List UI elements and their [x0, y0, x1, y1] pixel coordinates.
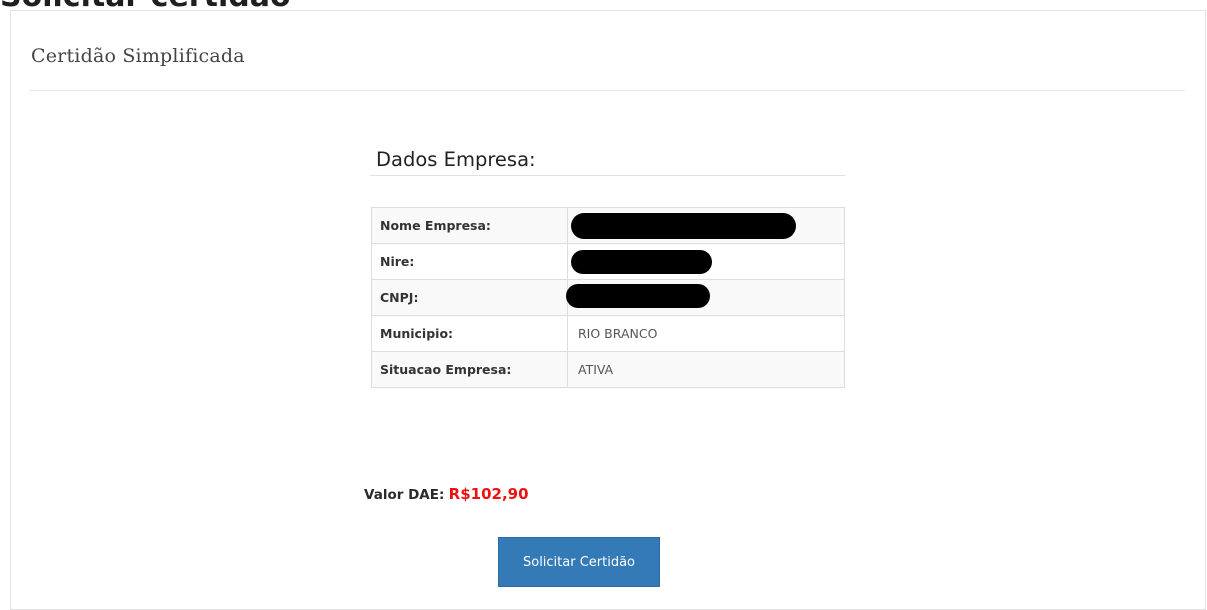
nire-value [567, 243, 845, 280]
dae-value-line: Valor DAE: R$102,90 [364, 485, 529, 503]
redaction-mark [571, 250, 712, 274]
table-row: CNPJ: [371, 279, 845, 316]
section-divider [370, 175, 845, 176]
panel-title: Certidão Simplificada [31, 45, 245, 67]
company-name-value [567, 207, 845, 244]
municipio-value: RIO BRANCO [567, 315, 845, 352]
dae-value-label: Valor DAE: [364, 487, 445, 503]
dae-value-amount: R$102,90 [448, 485, 529, 503]
certificate-panel: Certidão Simplificada Dados Empresa: Nom… [10, 10, 1206, 610]
request-certificate-button[interactable]: Solicitar Certidão [498, 537, 660, 587]
company-data-heading: Dados Empresa: [376, 148, 536, 171]
redaction-mark [566, 284, 710, 308]
company-name-label: Nome Empresa: [371, 207, 568, 244]
table-row: Nire: [371, 243, 845, 280]
redaction-mark [571, 213, 796, 239]
panel-divider [29, 90, 1185, 91]
company-data-table: Nome Empresa: Nire: CNPJ: Municipio: RIO… [371, 207, 845, 388]
situacao-value: ATIVA [567, 351, 845, 388]
cnpj-label: CNPJ: [371, 279, 568, 316]
table-row: Nome Empresa: [371, 207, 845, 244]
table-row: Situacao Empresa: ATIVA [371, 351, 845, 388]
nire-label: Nire: [371, 243, 568, 280]
situacao-label: Situacao Empresa: [371, 351, 568, 388]
cnpj-value [566, 279, 845, 316]
table-row: Municipio: RIO BRANCO [371, 315, 845, 352]
municipio-label: Municipio: [371, 315, 568, 352]
